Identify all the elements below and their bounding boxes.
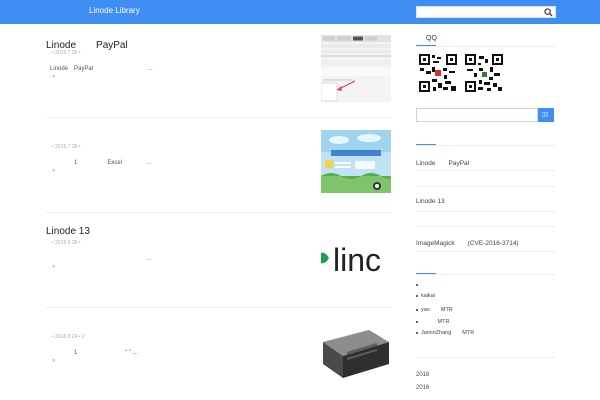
widget-divider xyxy=(416,226,556,227)
comment-item[interactable]: JaminZhang MTR xyxy=(416,328,474,336)
widget-divider xyxy=(416,357,556,358)
sidebar-search-input[interactable] xyxy=(416,108,538,122)
post-excerpt: 1 Excel … xyxy=(50,160,153,166)
read-more-link[interactable]: » xyxy=(52,358,55,364)
comment-item[interactable]: MTR xyxy=(416,317,449,325)
bullet-icon xyxy=(416,331,418,334)
comment-text: JaminZhang MTR xyxy=(421,330,475,336)
read-more-link[interactable]: » xyxy=(52,264,55,270)
post-excerpt: Linode PayPal … xyxy=(50,66,154,72)
post-meta: • 2016 6 29 • xyxy=(52,240,81,246)
comment-text: kaikai xyxy=(421,293,436,299)
post-excerpt: … xyxy=(50,256,153,262)
qr-code-image xyxy=(418,53,458,93)
comment-text: yao MTR xyxy=(421,307,453,313)
post-item: Linode 13 • 2016 6 29 • … » linc xyxy=(46,226,392,296)
recent-post-link[interactable]: ImageMagick (CVE-2016-3714) xyxy=(416,237,519,247)
archive-link[interactable]: 2016 xyxy=(416,372,429,378)
post-title[interactable]: Linode PayPal xyxy=(46,36,128,51)
comment-item[interactable]: kaikai xyxy=(416,293,435,299)
widget-divider xyxy=(416,211,556,212)
site-title-link[interactable]: Linode Library xyxy=(89,6,140,15)
post-title[interactable]: Linode 13 xyxy=(46,226,90,237)
bullet-icon xyxy=(416,283,418,286)
comment-item[interactable]: yao MTR xyxy=(416,305,453,313)
post-divider xyxy=(46,117,392,118)
top-navbar: Linode Library xyxy=(0,0,600,24)
read-more-link[interactable]: » xyxy=(52,168,55,174)
post-item: Linode PayPal • 2016 7 29 • Linode PayPa… xyxy=(46,35,392,106)
search-icon[interactable] xyxy=(544,8,553,17)
post-meta: • 2016 5 24 • 2 xyxy=(52,334,85,340)
widget-title-qq: QQ xyxy=(426,35,437,42)
bullet-icon xyxy=(416,308,418,311)
bullet-icon xyxy=(416,320,418,323)
widget-divider xyxy=(416,251,556,252)
post-divider xyxy=(46,212,392,213)
post-meta: • 2016 7 29 • xyxy=(52,50,81,56)
post-excerpt: 1 “ ” … xyxy=(50,350,139,356)
widget-divider xyxy=(416,274,556,275)
sidebar-search-button[interactable]: ▯▯ xyxy=(538,108,554,122)
comment-item[interactable] xyxy=(416,282,421,288)
search-button-label: ▯▯ xyxy=(542,112,549,118)
bullet-icon xyxy=(416,294,418,297)
linode-logo-text: linc xyxy=(333,242,381,278)
post-item: • 2016 7 20 • 1 Excel … » xyxy=(46,130,392,200)
widget-divider xyxy=(416,46,556,47)
qr-code-image xyxy=(464,53,504,93)
recent-post-link[interactable]: Linode 13 xyxy=(416,198,445,205)
comment-text: MTR xyxy=(421,319,450,325)
post-meta: • 2016 7 20 • xyxy=(52,144,81,150)
header-search-input[interactable] xyxy=(416,6,556,18)
post-thumbnail[interactable]: linc xyxy=(321,236,391,286)
widget-divider xyxy=(416,186,556,187)
post-divider xyxy=(46,307,392,308)
widget-divider xyxy=(416,145,556,146)
post-thumbnail[interactable] xyxy=(321,35,391,102)
archive-link[interactable]: 2016 xyxy=(416,385,429,391)
recent-post-link[interactable]: Linode PayPal xyxy=(416,157,469,167)
widget-divider xyxy=(416,170,556,171)
post-thumbnail[interactable] xyxy=(321,130,391,193)
read-more-link[interactable]: » xyxy=(52,74,55,80)
post-item: • 2016 5 24 • 2 1 “ ” … » xyxy=(46,320,392,390)
post-thumbnail[interactable] xyxy=(321,326,391,384)
